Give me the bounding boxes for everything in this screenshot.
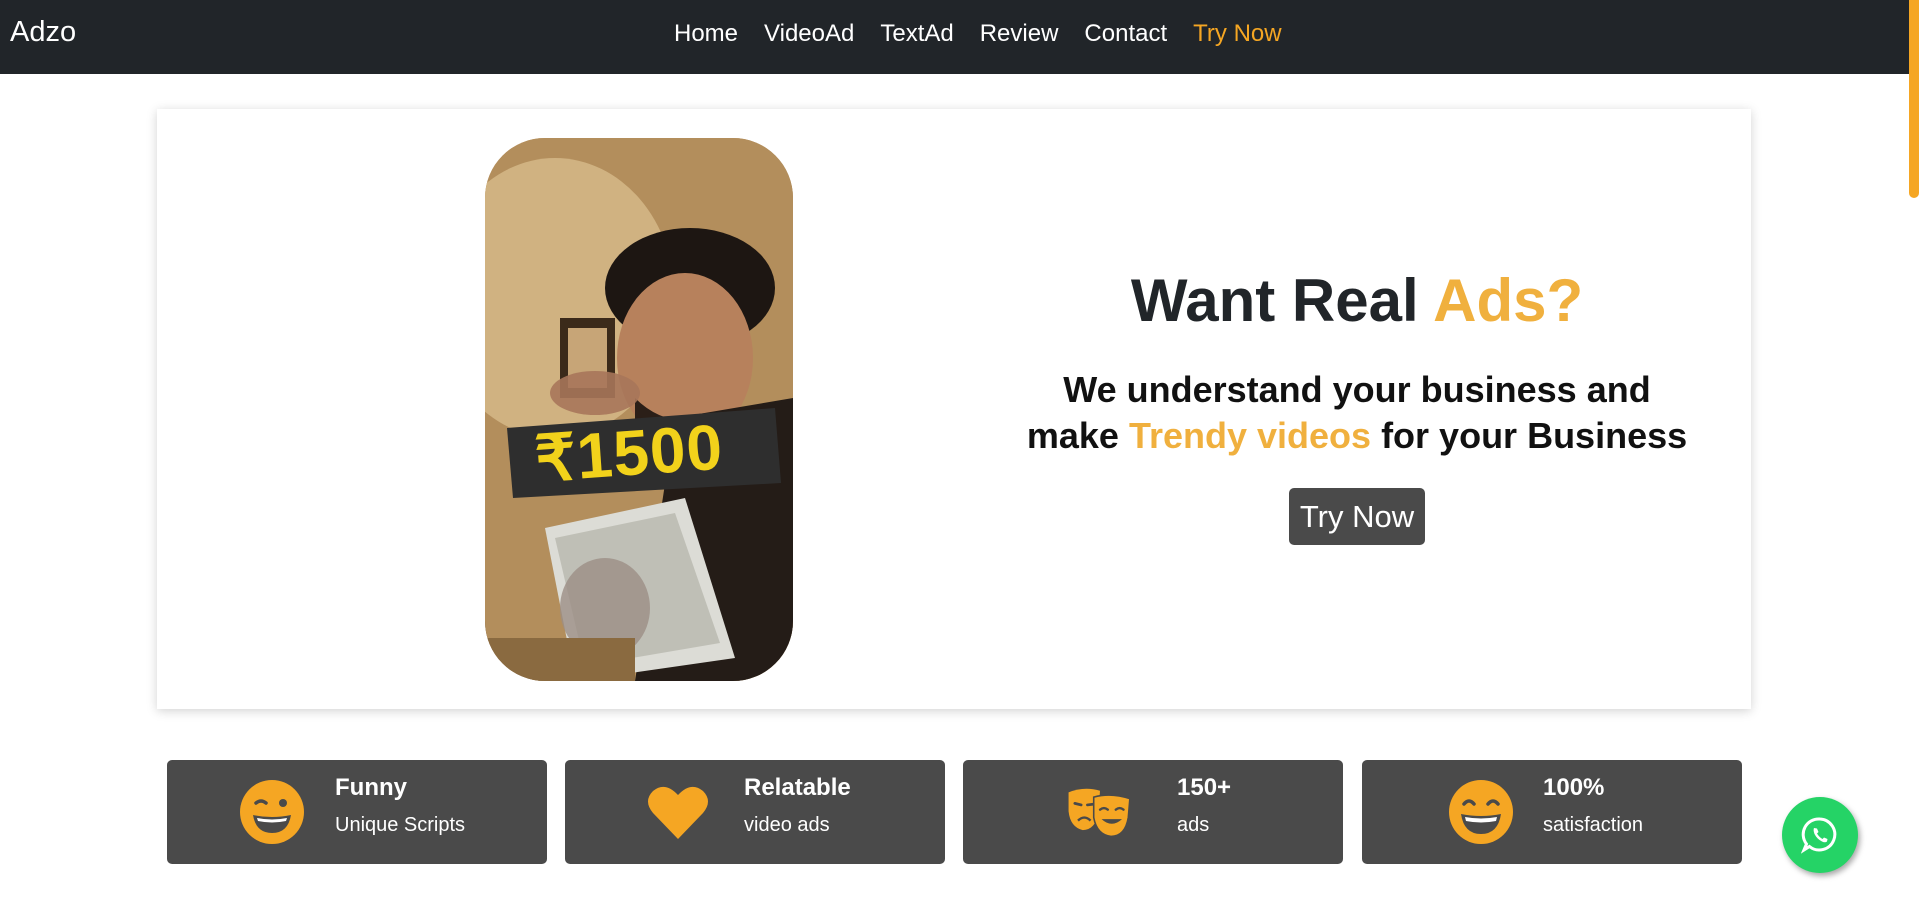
hero-subtitle-line2-prefix: make xyxy=(1026,415,1119,456)
promo-video-frame xyxy=(485,138,793,681)
nav-link-textad[interactable]: TextAd xyxy=(880,20,953,48)
nav-link-contact[interactable]: Contact xyxy=(1084,20,1167,48)
feature-title: 150+ xyxy=(1177,774,1232,801)
theater-masks-icon xyxy=(1068,788,1131,838)
wink-face-icon xyxy=(240,780,304,844)
brand-logo[interactable]: Adzo xyxy=(10,16,76,49)
nav-link-try-now[interactable]: Try Now xyxy=(1193,20,1281,48)
feature-card-relatable: Relatable video ads xyxy=(565,760,945,864)
hero-section: ₹1500 Want Real Ads? We understand your … xyxy=(157,109,1751,709)
hero-subtitle-line2-suffix: for your Business xyxy=(1381,415,1688,456)
feature-subtitle: video ads xyxy=(744,814,830,836)
feature-title: 100% xyxy=(1543,774,1605,801)
try-now-button[interactable]: Try Now xyxy=(1289,488,1425,545)
feature-title: Funny xyxy=(335,774,407,801)
hero-title-prefix: Want Real xyxy=(1130,267,1419,334)
feature-card-funny: Funny Unique Scripts xyxy=(167,760,547,864)
hero-title-accent: Ads? xyxy=(1433,267,1584,334)
feature-title: Relatable xyxy=(744,774,851,801)
hero-subtitle-accent: Trendy videos xyxy=(1128,415,1372,456)
feature-card-ads-count: 150+ ads xyxy=(963,760,1343,864)
nav-link-videoad[interactable]: VideoAd xyxy=(764,20,854,48)
grin-face-icon xyxy=(1449,780,1513,844)
hero-title: Want Real Ads? xyxy=(997,265,1717,337)
heart-icon xyxy=(648,786,708,839)
hero-subtitle-line1: We understand your business and xyxy=(1063,369,1651,410)
nav-link-review[interactable]: Review xyxy=(980,20,1059,48)
page-scrollbar[interactable] xyxy=(1909,0,1919,920)
feature-card-satisfaction: 100% satisfaction xyxy=(1362,760,1742,864)
video-price-overlay: ₹1500 xyxy=(532,410,726,496)
scrollbar-thumb[interactable] xyxy=(1909,0,1919,198)
feature-subtitle: ads xyxy=(1177,814,1210,836)
feature-subtitle: Unique Scripts xyxy=(335,814,466,836)
whatsapp-icon xyxy=(1801,817,1837,854)
feature-subtitle: satisfaction xyxy=(1543,814,1644,836)
hero-text: Want Real Ads? We understand your busine… xyxy=(997,265,1717,459)
promo-video[interactable]: ₹1500 xyxy=(485,138,793,681)
whatsapp-button[interactable] xyxy=(1782,797,1858,873)
nav-links: Home VideoAd TextAd Review Contact Try N… xyxy=(674,20,1282,48)
hero-subtitle: We understand your business and make Tre… xyxy=(997,367,1717,459)
navbar: Adzo Home VideoAd TextAd Review Contact … xyxy=(0,0,1919,74)
nav-link-home[interactable]: Home xyxy=(674,20,738,48)
